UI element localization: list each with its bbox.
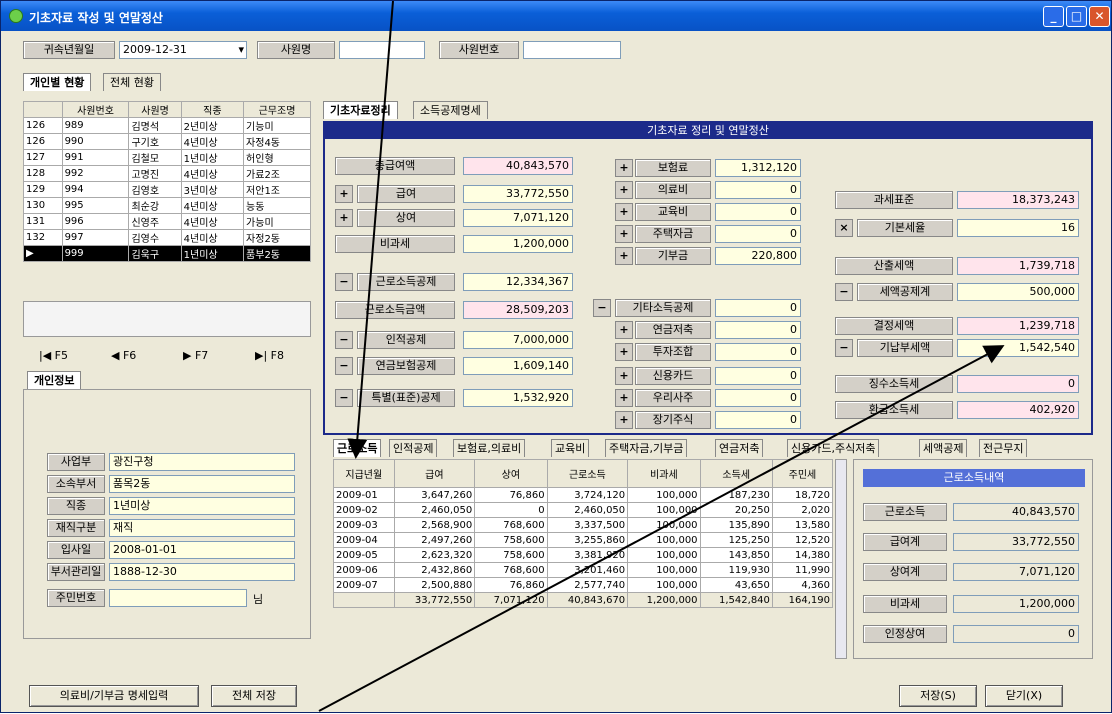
main-window: 기초자료 작성 및 연말정산 _ □ ✕ 귀속년월일 2009-12-31 ▾ 사… (0, 0, 1112, 713)
arrow-line (318, 345, 1005, 712)
arrow-line (347, 1, 394, 459)
annotation-arrows (318, 1, 1005, 712)
